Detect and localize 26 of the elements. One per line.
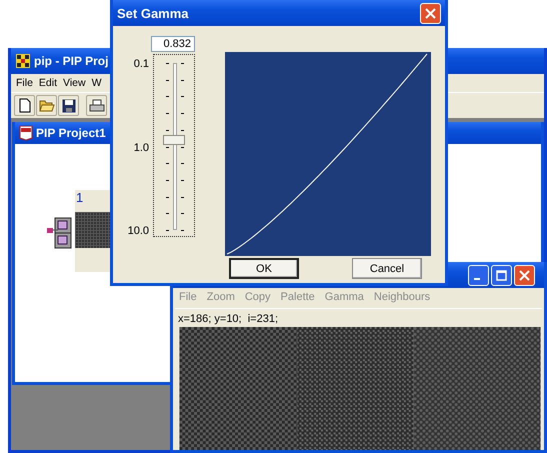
window-title: pip - PIP Proj xyxy=(34,54,108,68)
scale-label: 0.1 xyxy=(134,58,149,70)
menu-item[interactable]: Edit xyxy=(36,77,60,89)
document-icon xyxy=(19,125,33,141)
menu-item[interactable]: W xyxy=(88,77,105,89)
close-icon[interactable] xyxy=(420,2,441,24)
minimize-icon[interactable] xyxy=(468,264,489,286)
scale-label: 1.0 xyxy=(134,142,149,154)
window-title: PIP Project1 xyxy=(36,126,106,140)
app-icon xyxy=(15,53,31,69)
node-label: 1 xyxy=(75,190,84,207)
close-icon[interactable] xyxy=(514,264,535,286)
dialog-title: Set Gamma xyxy=(117,6,189,20)
maximize-icon[interactable] xyxy=(491,264,512,286)
dialog-button[interactable]: OK xyxy=(229,258,299,279)
new-file-icon[interactable] xyxy=(14,95,35,116)
open-folder-icon[interactable] xyxy=(36,95,57,116)
menu-item[interactable]: File xyxy=(13,77,36,89)
menu-item[interactable]: View xyxy=(60,77,89,89)
save-icon[interactable] xyxy=(58,95,79,116)
printer-icon[interactable] xyxy=(86,95,107,116)
gamma-value-field[interactable]: 0.832 xyxy=(151,36,195,52)
dialog-button[interactable]: Cancel xyxy=(352,258,422,279)
slider-thumb[interactable] xyxy=(163,134,185,145)
scale-label: 10.0 xyxy=(128,225,149,237)
gamma-slider[interactable] xyxy=(153,54,195,237)
